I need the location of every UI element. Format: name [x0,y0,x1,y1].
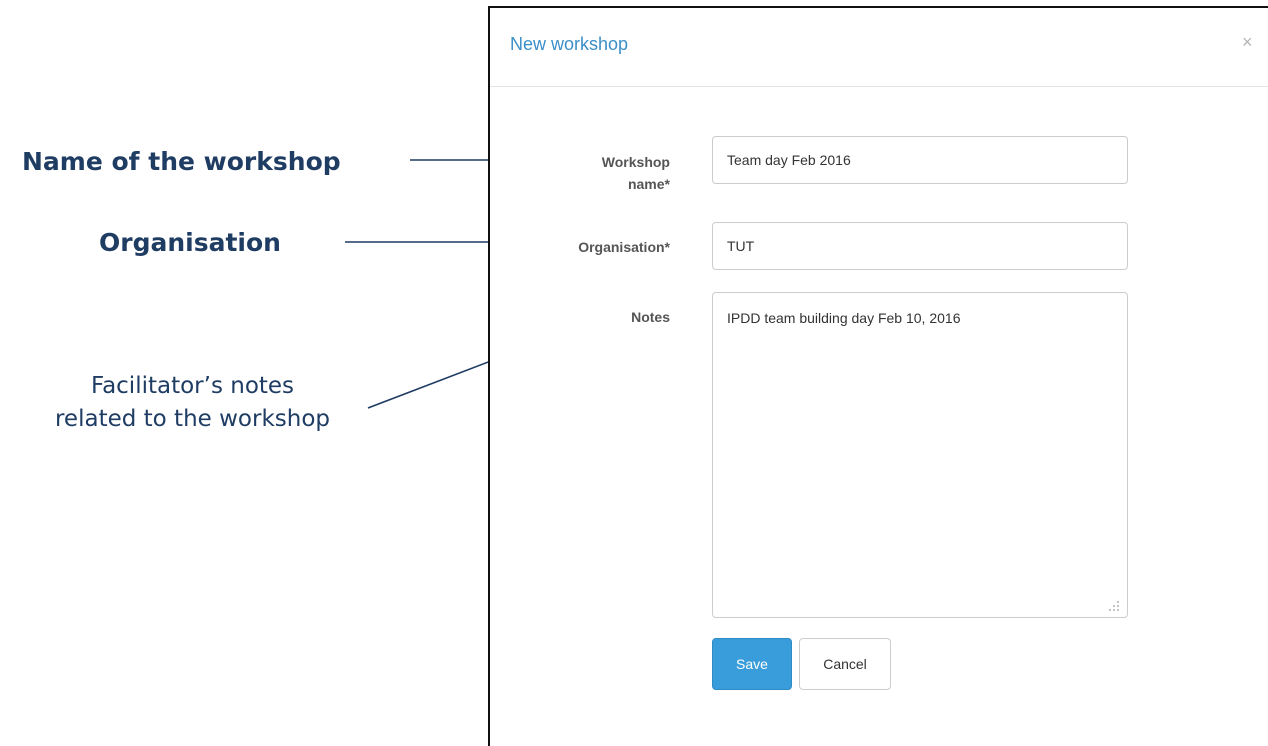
notes-textarea[interactable]: IPDD team building day Feb 10, 2016 [712,292,1128,618]
workshop-name-input[interactable] [712,136,1128,184]
save-button[interactable]: Save [712,638,792,690]
new-workshop-dialog: New workshop × Workshop name* Organisati… [488,6,1268,746]
cancel-button[interactable]: Cancel [799,638,891,690]
notes-label: Notes [631,309,670,325]
dialog-title: New workshop [510,34,629,54]
dialog-header: New workshop × [490,8,1268,87]
organisation-input[interactable] [712,222,1128,270]
workshop-name-label-line2: name* [627,176,670,192]
workshop-name-label: Workshop name* [550,151,670,195]
organisation-label: Organisation* [578,239,670,255]
resize-grip-icon[interactable] [1106,598,1120,612]
close-icon[interactable]: × [1242,32,1253,53]
workshop-name-label-line1: Workshop [601,154,670,170]
